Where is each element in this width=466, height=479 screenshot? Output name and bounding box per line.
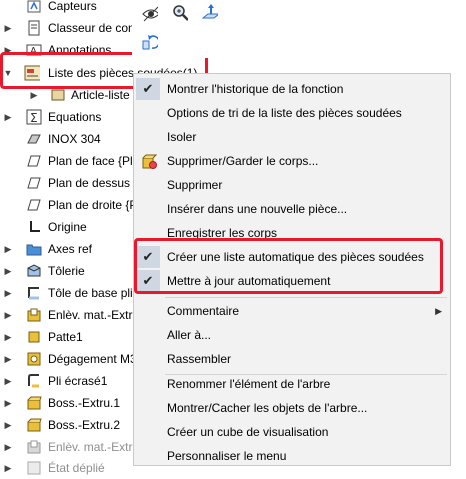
tab-icon [26,329,42,345]
tree-item-label: Classeur de con [48,21,135,35]
plane-icon [26,197,42,213]
menu-item-insert-new-part[interactable]: Insérer dans une nouvelle pièce... [134,198,450,220]
hem-icon [26,373,42,389]
menu-item-label: Isoler [167,130,197,144]
submenu-arrow-icon: ▶ [435,305,442,316]
flat-pattern-icon [26,460,42,476]
tree-item-label: Article-liste [71,88,130,102]
hole-icon [26,351,42,367]
rotate-icon[interactable] [142,34,158,50]
expand-arrow-icon[interactable]: ▶ [3,310,13,321]
menu-item-label: Supprimer [167,178,223,192]
material-icon [26,131,42,147]
menu-item-label: Montrer/Cacher les objets de l'arbre... [167,401,368,415]
tree-item-label: Enlèv. mat.-Extr [48,440,133,454]
binder-icon [26,20,42,36]
menu-item-go-to[interactable]: Aller à... [134,324,450,346]
tree-item-label: Dégagement M3 [48,352,137,366]
expand-arrow-icon[interactable]: ▶ [29,90,39,101]
expand-arrow-icon[interactable]: ▶ [3,266,13,277]
menu-item-create-view-cube[interactable]: Créer un cube de visualisation [134,421,450,443]
tree-item-label: Boss.-Extru.1 [48,396,121,410]
menu-item-label: Commentaire [167,304,240,318]
menu-item-sort-options[interactable]: Options de tri de la liste des pièces so… [134,102,450,124]
boss-extrude-icon [26,395,42,411]
expand-arrow-icon[interactable]: ▶ [3,398,13,409]
check-icon: ✔ [136,78,160,100]
tree-item-label: Plan de face {Pla [48,154,140,168]
menu-item-delete[interactable]: Supprimer [134,174,450,196]
delete-keep-body-icon [141,153,157,169]
expand-arrow-icon[interactable]: ▶ [3,244,13,255]
expand-arrow-icon[interactable]: ▶ [3,23,13,34]
auto-options-highlight-box [134,238,443,294]
menu-item-label: Supprimer/Garder le corps... [167,154,319,168]
menu-item-label: Rassembler [167,352,232,366]
tree-item-label: Enlèv. mat.-Extru [48,308,140,322]
menu-item-label: Insérer dans une nouvelle pièce... [167,202,348,216]
expand-arrow-icon[interactable]: ▶ [3,332,13,343]
plane-icon [26,153,42,169]
sheet-metal-icon [26,263,42,279]
expand-arrow-icon[interactable]: ▶ [3,442,13,453]
menu-item-label: Montrer l'historique de la fonction [167,82,344,96]
menu-item-customize-menu[interactable]: Personnaliser le menu [134,445,450,467]
tree-item-label: Boss.-Extru.2 [48,418,121,432]
tree-item-label: Tôlerie [48,264,85,278]
menu-item-label: Renommer l'élément de l'arbre [167,377,331,391]
base-flange-icon [26,285,42,301]
menu-item-show-hide-tree-items[interactable]: Montrer/Cacher les objets de l'arbre... [134,397,450,419]
expand-arrow-icon[interactable]: ▶ [3,420,13,431]
menu-item-isolate[interactable]: Isoler [134,126,450,148]
menu-item-collapse[interactable]: Rassembler [134,348,450,370]
equations-icon: Σ [26,109,42,125]
tree-item-label: Plan de droite {Pl [48,198,141,212]
tree-item-label: Patte1 [48,330,83,344]
expand-arrow-icon[interactable]: ▶ [3,376,13,387]
tree-item-label: État déplié [48,461,105,475]
menu-item-label: Personnaliser le menu [167,449,287,463]
cut-extrude-icon [26,439,42,455]
tree-item-label: Plan de dessus { [48,176,138,190]
expand-arrow-icon[interactable]: ▶ [3,112,13,123]
svg-text:Σ: Σ [30,111,38,125]
tree-item-label: Capteurs [48,0,97,13]
tree-item-label: Tôle de base plie [48,286,140,300]
menu-item-label: Aller à... [167,328,212,342]
tree-item-label: Pli écrasé1 [48,374,108,388]
menu-item-comment[interactable]: Commentaire ▶ [134,300,450,322]
tree-item-label: Equations [48,110,102,124]
hide-show-icon[interactable] [142,6,158,22]
folder-icon [26,241,42,257]
plane-icon [26,175,42,191]
normal-to-icon[interactable] [202,4,218,20]
menu-item-label: Options de tri de la liste des pièces so… [167,106,402,120]
expand-arrow-icon[interactable]: ▶ [3,354,13,365]
menu-item-delete-keep-body[interactable]: Supprimer/Garder le corps... [134,150,450,172]
context-toolbar [132,0,466,58]
cut-extrude-icon [26,307,42,323]
menu-item-rename-tree-item[interactable]: Renommer l'élément de l'arbre [134,373,450,395]
expand-arrow-icon[interactable]: ▶ [3,288,13,299]
menu-separator [165,297,447,298]
boss-extrude-icon [26,417,42,433]
origin-icon [26,219,42,235]
expand-arrow-icon[interactable]: ▶ [3,463,13,474]
menu-item-show-history[interactable]: ✔ Montrer l'historique de la fonction [134,78,450,100]
zoom-icon[interactable] [172,5,188,21]
cut-list-item-icon [50,87,66,103]
tree-item-label: Axes ref [48,242,93,256]
sensor-icon [26,0,42,14]
tree-item-label: Origine [48,220,87,234]
tree-item-label: INOX 304 [48,132,101,146]
menu-item-label: Créer un cube de visualisation [167,425,329,439]
